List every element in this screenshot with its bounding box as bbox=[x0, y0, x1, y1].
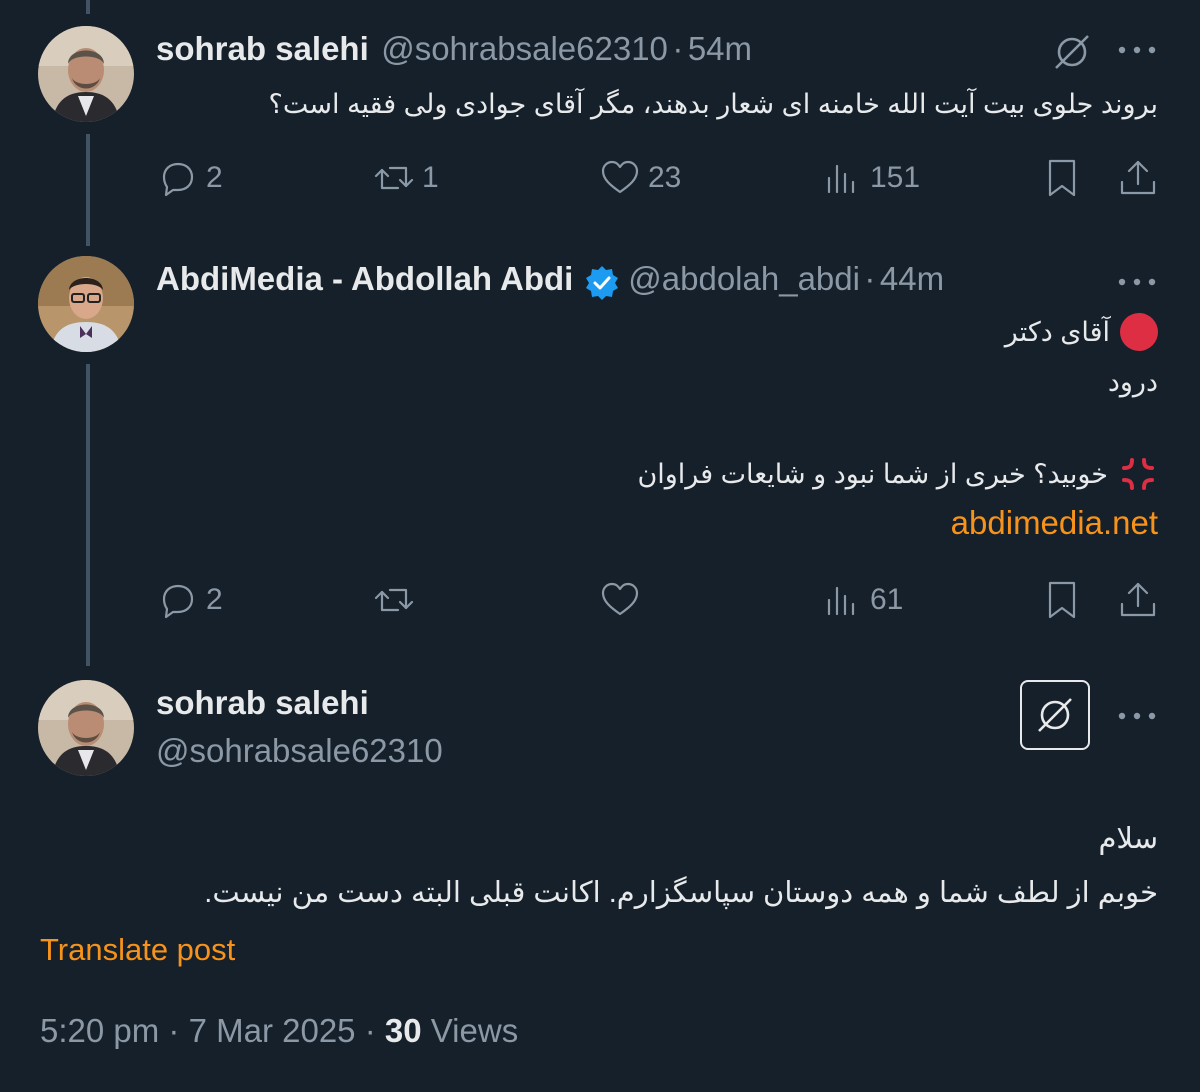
grok-button[interactable] bbox=[1020, 680, 1090, 750]
reply-count: 2 bbox=[206, 583, 223, 616]
separator: · bbox=[864, 260, 876, 297]
tweet-line: خوبید؟ خبری از شما نبود و شایعات فراوان bbox=[637, 459, 1108, 489]
views-count: 61 bbox=[870, 583, 904, 616]
views-button[interactable]: 61 bbox=[820, 578, 903, 622]
tweet-line: آقای دکتر bbox=[1004, 317, 1110, 347]
anger-emoji bbox=[1118, 454, 1158, 494]
more-icon[interactable] bbox=[1116, 706, 1158, 726]
post-time[interactable]: 5:20 pm bbox=[40, 1012, 159, 1049]
avatar[interactable] bbox=[38, 26, 134, 122]
handle[interactable]: @sohrabsale62310 bbox=[156, 732, 443, 770]
share-icon bbox=[1120, 582, 1156, 617]
tweet-header: sohrab salehi @sohrabsale62310 · 54m bbox=[156, 30, 752, 68]
grok-icon bbox=[1038, 698, 1072, 732]
like-icon bbox=[601, 582, 639, 616]
bookmark-button[interactable] bbox=[1040, 578, 1084, 622]
repost-button[interactable]: 1 bbox=[372, 156, 439, 200]
separator: · bbox=[168, 1012, 180, 1049]
reply-button[interactable]: 2 bbox=[156, 578, 223, 622]
tweet-text-line1: سلام bbox=[1098, 823, 1158, 855]
views-icon bbox=[827, 586, 855, 616]
views-count: 151 bbox=[870, 161, 921, 194]
display-name[interactable]: AbdiMedia - Abdollah Abdi bbox=[156, 260, 573, 297]
tweet-link[interactable]: abdimedia.net bbox=[951, 504, 1158, 542]
like-icon bbox=[601, 160, 639, 194]
bookmark-button[interactable] bbox=[1040, 156, 1084, 200]
thread-line-top bbox=[86, 0, 90, 14]
separator: · bbox=[672, 30, 684, 67]
like-button[interactable] bbox=[598, 578, 648, 622]
post-meta: 5:20 pm · 7 Mar 2025 · 30 Views bbox=[40, 1012, 518, 1050]
tweet-text-line3: خوبید؟ خبری از شما نبود و شایعات فراوان bbox=[637, 452, 1158, 496]
timestamp[interactable]: 54m bbox=[688, 30, 752, 67]
like-count: 23 bbox=[648, 161, 682, 194]
reply-button[interactable]: 2 bbox=[156, 156, 223, 200]
timestamp[interactable]: 44m bbox=[880, 260, 944, 297]
avatar[interactable] bbox=[38, 680, 134, 776]
red-circle-emoji bbox=[1120, 313, 1158, 351]
views-label: Views bbox=[430, 1012, 519, 1049]
grok-icon[interactable] bbox=[1050, 30, 1094, 74]
reply-icon bbox=[162, 584, 194, 619]
more-icon[interactable] bbox=[1116, 40, 1158, 60]
thread-line-1 bbox=[86, 134, 90, 246]
reply-count: 2 bbox=[206, 161, 223, 194]
verified-badge-icon bbox=[585, 265, 618, 300]
repost-button[interactable] bbox=[372, 578, 422, 622]
separator: · bbox=[364, 1012, 376, 1049]
post-date[interactable]: 7 Mar 2025 bbox=[189, 1012, 356, 1049]
thread-line-2 bbox=[86, 364, 90, 666]
avatar[interactable] bbox=[38, 256, 134, 352]
like-button[interactable]: 23 bbox=[598, 156, 681, 200]
repost-icon bbox=[374, 166, 414, 190]
bookmark-icon bbox=[1048, 159, 1076, 197]
views-icon bbox=[827, 164, 855, 194]
share-button[interactable] bbox=[1116, 156, 1160, 200]
handle[interactable]: @abdolah_abdi bbox=[628, 260, 860, 297]
tweet-actions: 2 1 23 151 bbox=[156, 156, 1162, 206]
tweet-actions: 2 61 bbox=[156, 578, 1162, 628]
tweet-text: بروند جلوی بیت آیت الله خامنه ای شعار بد… bbox=[268, 89, 1158, 119]
tweet-text-line1: آقای دکتر bbox=[1005, 310, 1158, 354]
handle[interactable]: @sohrabsale62310 bbox=[381, 30, 668, 67]
views-count: 30 bbox=[384, 1012, 422, 1049]
display-name[interactable]: sohrab salehi bbox=[156, 30, 369, 67]
more-icon[interactable] bbox=[1116, 272, 1158, 292]
translate-post-link[interactable]: Translate post bbox=[40, 932, 235, 968]
bookmark-icon bbox=[1048, 581, 1076, 619]
tweet-text-line2: خوبم از لطف شما و همه دوستان سپاسگزارم. … bbox=[204, 877, 1158, 909]
reply-icon bbox=[162, 162, 194, 197]
share-icon bbox=[1120, 160, 1156, 195]
tweet-header: AbdiMedia - Abdollah Abdi @abdolah_abdi … bbox=[156, 260, 944, 304]
display-name[interactable]: sohrab salehi bbox=[156, 684, 369, 722]
views-button[interactable]: 151 bbox=[820, 156, 920, 200]
share-button[interactable] bbox=[1116, 578, 1160, 622]
repost-icon bbox=[374, 588, 414, 612]
tweet-text-line2: درود bbox=[1107, 367, 1158, 397]
repost-count: 1 bbox=[422, 161, 439, 194]
